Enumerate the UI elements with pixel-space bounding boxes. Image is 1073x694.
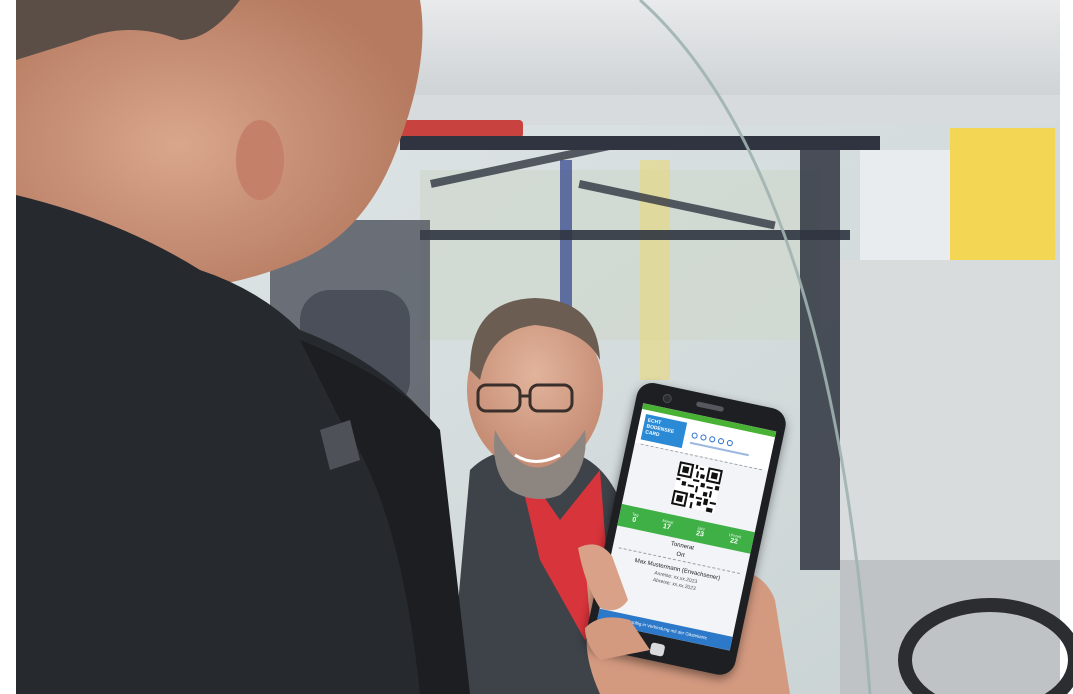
stat-item: Monat 17 xyxy=(660,517,674,532)
stat-label: Tag xyxy=(631,510,640,518)
stat-item: Uhrzeit 22 xyxy=(727,531,741,546)
red-handle xyxy=(398,120,523,138)
home-button[interactable] xyxy=(649,642,666,657)
front-camera xyxy=(661,393,673,404)
ticket-footer: Nur gültig in Verbindung mit der Gästeka… xyxy=(596,608,733,651)
stat-item: Tag 0 xyxy=(630,510,640,525)
phone-speaker xyxy=(695,401,725,412)
qr-code-icon xyxy=(670,461,724,514)
bus-scene: ECHT BODENSEE CARD Tag 0 Monat 17 Jahr 2… xyxy=(0,0,1073,694)
stat-value: 0 xyxy=(631,516,637,524)
photo-background xyxy=(0,0,1073,694)
bodensee-card-logo: ECHT BODENSEE CARD xyxy=(640,414,688,449)
stat-item: Jahr 23 xyxy=(695,525,705,539)
bus-ceiling xyxy=(380,0,1060,95)
